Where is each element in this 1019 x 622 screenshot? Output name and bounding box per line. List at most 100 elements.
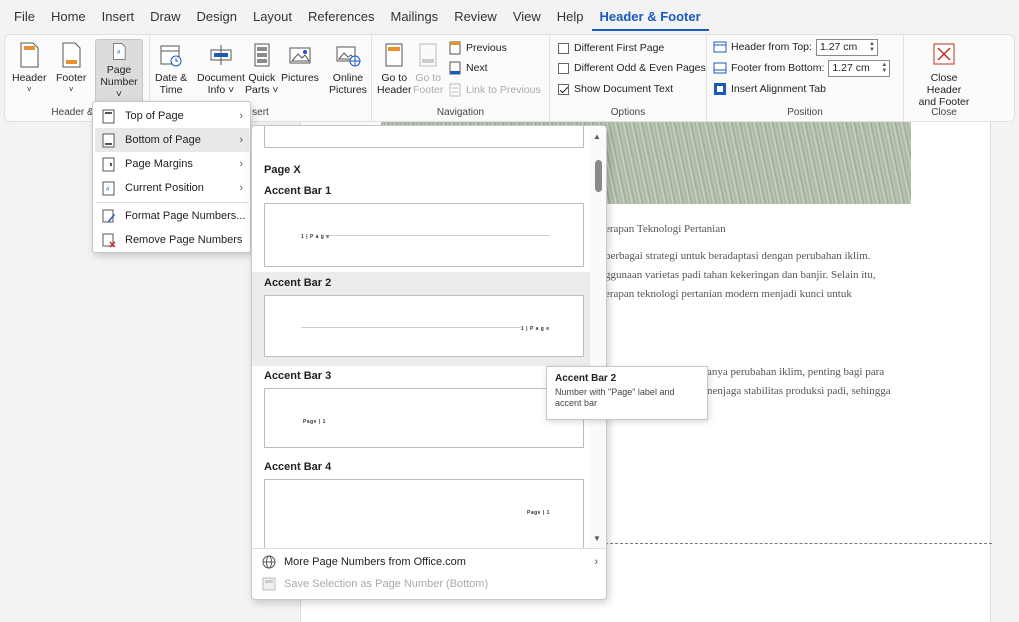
different-odd-even-checkbox[interactable]: Different Odd & Even Pages xyxy=(558,59,706,77)
footer-button[interactable]: Footer ˅ xyxy=(53,39,89,98)
scroll-up-arrow-icon[interactable]: ▲ xyxy=(593,132,601,141)
tab-view[interactable]: View xyxy=(505,5,549,29)
menu-item-current-position[interactable]: # Current Position › xyxy=(95,176,249,200)
close-label-1: Close Header xyxy=(926,72,962,96)
header-from-top-value: 1.27 cm xyxy=(819,41,858,53)
alignment-tab-icon xyxy=(714,83,726,95)
calendar-clock-icon xyxy=(160,45,182,67)
gallery-entry-title: Accent Bar 2 xyxy=(264,277,332,289)
link-to-previous-icon xyxy=(449,83,461,97)
document-info-button[interactable]: Document Info ˅ xyxy=(194,39,248,98)
remove-page-numbers-icon xyxy=(102,233,116,247)
tab-layout[interactable]: Layout xyxy=(245,5,300,29)
quick-parts-label-1: Quick xyxy=(248,72,276,84)
menu-item-label: Bottom of Page xyxy=(125,134,201,146)
previous-icon xyxy=(449,41,461,55)
tab-references[interactable]: References xyxy=(300,5,382,29)
quick-parts-button[interactable]: Quick Parts ˅ xyxy=(242,39,282,98)
gallery-scrollbar[interactable]: ▲ ▼ xyxy=(590,126,606,548)
scroll-down-arrow-icon[interactable]: ▼ xyxy=(593,534,601,543)
gallery-item-accent-bar-1[interactable]: 1 | P a g e xyxy=(264,203,584,267)
menu-item-remove-page-numbers[interactable]: Remove Page Numbers xyxy=(95,228,249,252)
footer-from-bottom-label: Footer from Bottom: xyxy=(731,62,825,74)
tab-review[interactable]: Review xyxy=(446,5,505,29)
tab-draw[interactable]: Draw xyxy=(142,5,188,29)
accent-bar-line xyxy=(325,235,550,236)
link-to-previous-button[interactable]: Link to Previous xyxy=(448,81,541,99)
insert-alignment-tab-button[interactable]: Insert Alignment Tab xyxy=(713,80,826,98)
different-first-page-checkbox[interactable]: Different First Page xyxy=(558,39,664,57)
menu-item-page-margins[interactable]: Page Margins › xyxy=(95,152,249,176)
tab-mailings[interactable]: Mailings xyxy=(383,5,447,29)
spin-arrows-icon[interactable]: ▲ ▼ xyxy=(879,62,889,74)
footer-from-bottom-control: Footer from Bottom: 1.27 cm ▲ ▼ xyxy=(713,59,891,77)
menu-item-label: Format Page Numbers... xyxy=(125,210,246,222)
gallery-item-accent-bar-4[interactable]: Page | 1 xyxy=(264,479,584,548)
different-first-page-label: Different First Page xyxy=(574,42,665,54)
position-group-label: Position xyxy=(787,107,823,118)
bottom-of-page-icon xyxy=(102,133,115,147)
document-info-label-2: Info ˅ xyxy=(207,84,235,96)
insert-alignment-tab-label: Insert Alignment Tab xyxy=(731,83,826,95)
menu-item-format-page-numbers[interactable]: Format Page Numbers... xyxy=(95,204,249,228)
page-number-sample: 1 | P a g e xyxy=(301,234,330,240)
gallery-item-accent-bar-3[interactable]: Page | 1 xyxy=(264,388,584,448)
save-selection-item[interactable]: Save Selection as Page Number (Bottom) xyxy=(262,577,488,591)
go-to-footer-button[interactable]: Go to Footer xyxy=(410,39,446,98)
go-to-header-icon xyxy=(385,43,403,67)
gallery-thumbnail-partial[interactable] xyxy=(264,126,584,148)
page-margins-icon xyxy=(102,157,115,171)
gallery-entry-title: Accent Bar 4 xyxy=(264,461,332,473)
menu-item-bottom-of-page[interactable]: Bottom of Page › xyxy=(95,128,249,152)
doc-heading: erapan Teknologi Pertanian xyxy=(605,223,726,235)
doc-paragraph-line: berbagai strategi untuk beradaptasi deng… xyxy=(605,250,871,262)
header-button[interactable]: Header ˅ xyxy=(9,39,49,98)
globe-icon xyxy=(262,555,276,569)
show-document-text-checkbox[interactable]: Show Document Text xyxy=(558,80,673,98)
header-from-top-input[interactable]: 1.27 cm ▲ ▼ xyxy=(815,38,878,56)
footer-from-bottom-value: 1.27 cm xyxy=(832,62,870,74)
spin-arrows-icon[interactable]: ▲ ▼ xyxy=(867,41,877,53)
tab-file[interactable]: File xyxy=(6,5,43,29)
menu-item-label: Page Margins xyxy=(125,158,193,170)
online-pictures-button[interactable]: Online Pictures xyxy=(326,39,370,98)
tab-help[interactable]: Help xyxy=(549,5,592,29)
different-first-page-check[interactable] xyxy=(558,42,569,54)
chevron-right-icon: › xyxy=(239,110,243,122)
next-button[interactable]: Next xyxy=(448,59,488,77)
scrollbar-thumb[interactable] xyxy=(595,160,602,192)
menu-item-label: Top of Page xyxy=(125,110,184,122)
gallery-footer: More Page Numbers from Office.com › Save… xyxy=(252,548,606,591)
tab-header-footer[interactable]: Header & Footer xyxy=(591,3,709,31)
gallery-item-accent-bar-2[interactable]: 1 | P a g e xyxy=(264,295,584,357)
go-to-header-button[interactable]: Go to Header xyxy=(374,39,414,98)
close-header-footer-button[interactable]: Close Header and Footer xyxy=(912,39,976,110)
doc-paragraph-line: ggunaan varietas padi tahan kekeringan d… xyxy=(605,269,876,281)
chevron-right-icon: › xyxy=(594,556,598,568)
page-number-label-2: Number ˅ xyxy=(100,76,138,100)
save-selection-label: Save Selection as Page Number (Bottom) xyxy=(284,578,489,590)
close-group: Close Header and Footer Close xyxy=(904,35,984,121)
tab-design[interactable]: Design xyxy=(189,5,245,29)
page-number-button[interactable]: # Page Number ˅ xyxy=(95,39,143,103)
chevron-right-icon: › xyxy=(239,134,243,146)
date-time-button[interactable]: Date & Time xyxy=(152,39,190,98)
tab-home[interactable]: Home xyxy=(43,5,94,29)
document-info-icon xyxy=(210,45,232,65)
pictures-label: Pictures xyxy=(281,72,319,84)
next-label: Next xyxy=(466,62,488,74)
show-document-text-check[interactable] xyxy=(558,83,569,95)
pictures-button[interactable]: Pictures xyxy=(278,39,322,86)
more-page-numbers-item[interactable]: More Page Numbers from Office.com › xyxy=(262,555,598,569)
close-group-label: Close xyxy=(931,107,957,118)
footer-from-bottom-input[interactable]: 1.27 cm ▲ ▼ xyxy=(828,59,891,77)
menu-item-label: Remove Page Numbers xyxy=(125,234,243,246)
tab-insert[interactable]: Insert xyxy=(94,5,143,29)
menu-item-top-of-page[interactable]: Top of Page › xyxy=(95,104,249,128)
different-odd-even-check[interactable] xyxy=(558,62,569,74)
previous-label: Previous xyxy=(466,42,507,54)
previous-button[interactable]: Previous xyxy=(448,39,507,57)
page-number-sample: Page | 1 xyxy=(303,419,326,425)
header-from-top-control: Header from Top: 1.27 cm ▲ ▼ xyxy=(713,38,878,56)
doc-paragraph-line: anya perubahan iklim, penting bagi para xyxy=(707,366,885,378)
